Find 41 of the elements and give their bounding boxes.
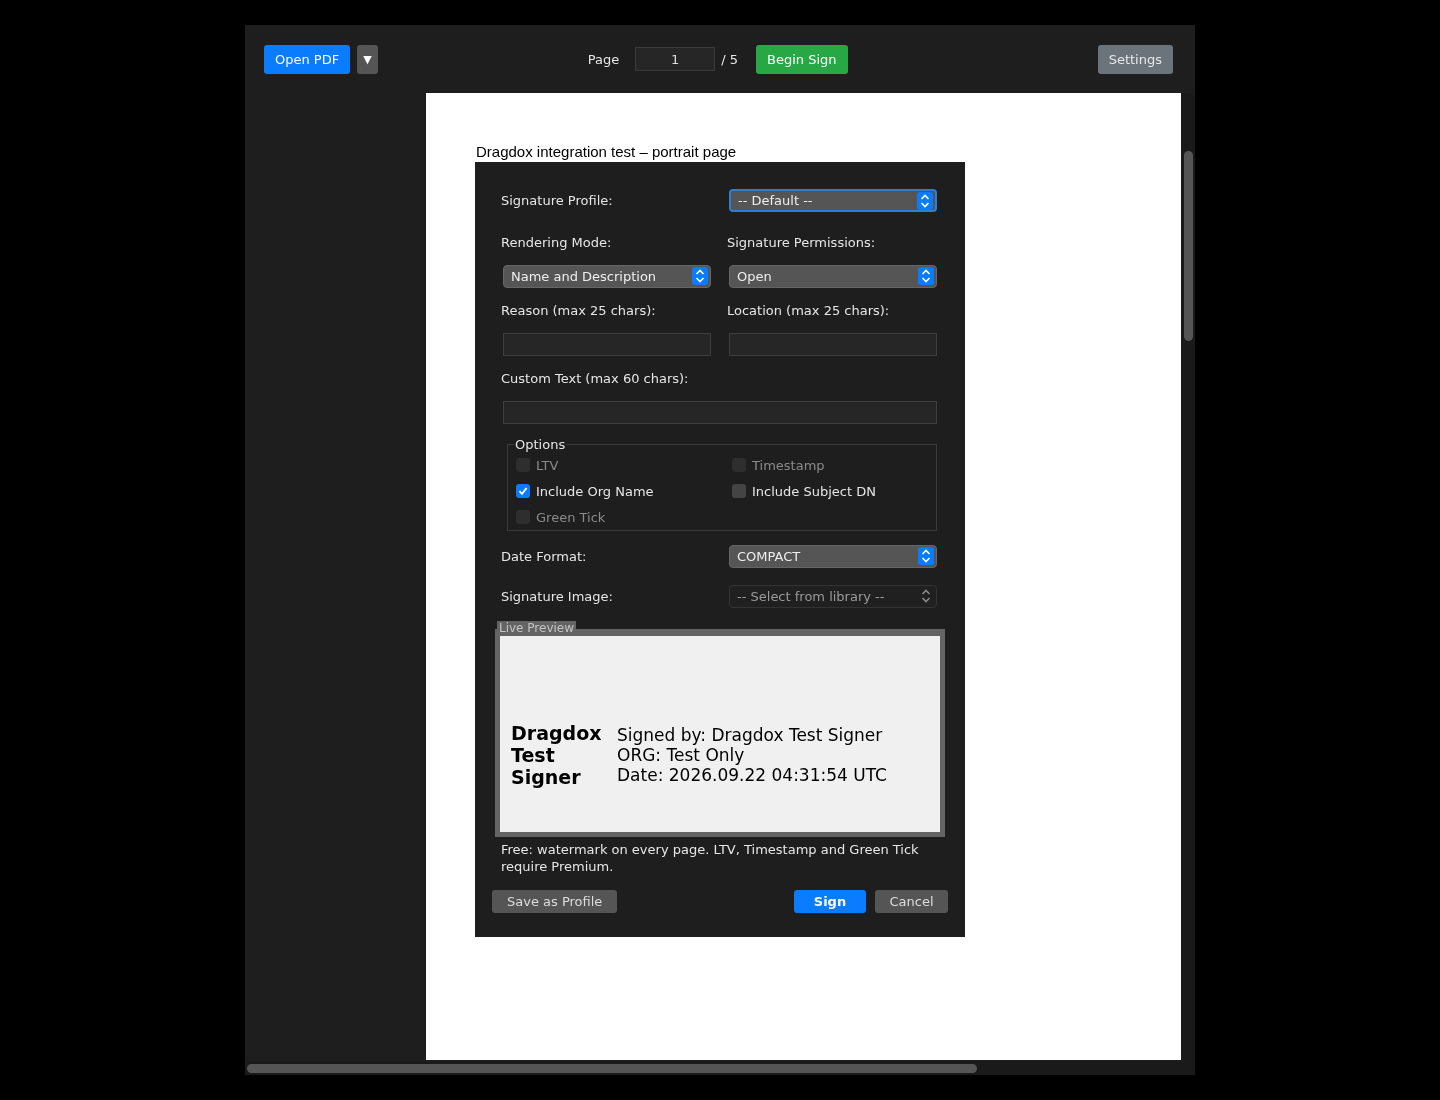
checkbox-icon[interactable] xyxy=(516,484,530,498)
signature-detail-line: ORG: Test Only xyxy=(617,745,746,765)
field-label: Location (max 25 chars): xyxy=(727,302,891,318)
page-total: / 5 xyxy=(721,51,739,67)
vertical-scrollbar[interactable] xyxy=(1181,93,1195,1075)
option-checkbox[interactable]: Include Subject DN xyxy=(732,478,936,504)
save-profile-button[interactable]: Save as Profile xyxy=(492,890,618,913)
settings-button[interactable]: Settings xyxy=(1097,44,1173,74)
group-title: Options xyxy=(514,437,567,452)
field-label: Date Format: xyxy=(501,548,588,564)
spinner-arrows-icon xyxy=(692,267,708,285)
begin-sign-button[interactable]: Begin Sign xyxy=(756,44,848,74)
field-label: Signature Permissions: xyxy=(727,234,877,250)
page-label: Page xyxy=(587,51,620,67)
permissions-select[interactable]: Open xyxy=(729,264,937,288)
rendering-mode-select[interactable]: Name and Description xyxy=(503,264,711,288)
field-label: Reason (max 25 chars): xyxy=(501,302,657,318)
field-label: Signature Profile: xyxy=(501,193,614,208)
field-label: Custom Text (max 60 chars): xyxy=(501,370,690,386)
spinner-arrows-icon xyxy=(918,547,934,565)
signature-detail-line: Signed by: Dragdox Test Signer xyxy=(617,725,884,745)
sign-button[interactable]: Sign xyxy=(794,890,866,913)
open-pdf-button[interactable]: Open PDF xyxy=(264,44,351,74)
page-number-field[interactable]: 1 xyxy=(635,47,716,71)
field-label: Rendering Mode: xyxy=(501,234,613,250)
spinner-arrows-icon xyxy=(918,267,934,285)
location-field[interactable] xyxy=(729,332,937,356)
cancel-button[interactable]: Cancel xyxy=(875,890,948,913)
spinner-arrows-icon xyxy=(917,191,933,210)
horizontal-scrollbar[interactable] xyxy=(245,1061,1181,1075)
signature-detail-line: Date: 2026.09.22 04:31:54 UTC xyxy=(617,765,887,785)
premium-note: Free: watermark on every page. LTV, Timestamp and Green Tick require Premium. xyxy=(501,841,920,875)
checkbox-icon[interactable] xyxy=(732,484,746,498)
dropdown-button[interactable]: ▼ xyxy=(357,44,378,74)
field-label: Signature Image: xyxy=(501,588,614,604)
profile-select[interactable]: -- Default -- xyxy=(729,189,937,212)
reason-field[interactable] xyxy=(503,332,711,356)
date-format-select[interactable]: COMPACT xyxy=(729,544,937,568)
custom-text-field[interactable] xyxy=(503,400,937,424)
document-title: Dragdox integration test – portrait page xyxy=(476,143,737,160)
option-checkbox[interactable]: Include Org Name xyxy=(516,478,732,504)
